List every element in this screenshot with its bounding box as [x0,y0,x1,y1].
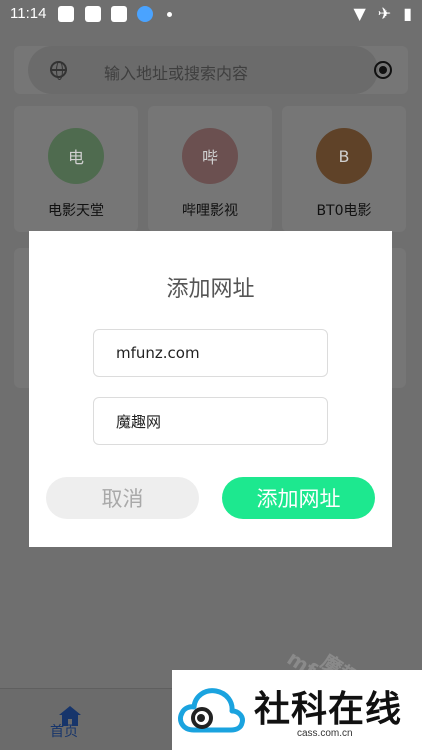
search-input[interactable]: 输入地址或搜索内容 [28,46,378,94]
airplane-icon: ✈ [377,4,392,23]
add-url-button[interactable]: 添加网址 [222,477,375,519]
site-name-input[interactable] [93,397,328,445]
cancel-button[interactable]: 取消 [46,477,199,519]
brand-logo: 社科在线 cass.com.cn [172,670,422,750]
search-bar: 输入地址或搜索内容 [14,46,408,94]
download-notification-icon [137,6,153,22]
search-placeholder: 输入地址或搜索内容 [104,64,249,83]
site-label: 哔哩影视 [182,203,238,219]
site-avatar: 哔 [182,128,238,184]
site-tile-bt0[interactable]: B BT0电影 [282,106,406,232]
site-tile-bili[interactable]: 哔 哔哩影视 [148,106,272,232]
status-bar: 11:14 ▼ ✈ ▮ [0,0,422,30]
app-notification-icon [111,6,127,22]
add-url-dialog: 添加网址 取消 添加网址 [29,231,392,547]
nav-home-label[interactable]: 首页 [50,721,78,741]
site-label: 电影天堂 [48,203,104,219]
more-notifications-icon [167,12,172,17]
site-avatar: B [316,128,372,184]
site-avatar: 电 [48,128,104,184]
globe-icon [50,61,67,80]
url-input[interactable] [93,329,328,377]
wifi-icon: ▼ [353,4,366,23]
status-icons: ▼ ✈ ▮ [353,4,412,23]
dialog-title: 添加网址 [166,277,255,302]
cloud-logo-icon [178,688,245,733]
status-time: 11:14 [10,5,47,22]
mail-notification-icon [85,6,101,22]
brand-domain: cass.com.cn [297,728,353,739]
record-icon[interactable] [374,61,392,79]
site-tile-dianying[interactable]: 电 电影天堂 [14,106,138,232]
paw-notification-icon [58,6,74,22]
site-label: BT0电影 [316,203,372,219]
brand-name: 社科在线 [254,689,403,730]
battery-icon: ▮ [403,4,412,23]
